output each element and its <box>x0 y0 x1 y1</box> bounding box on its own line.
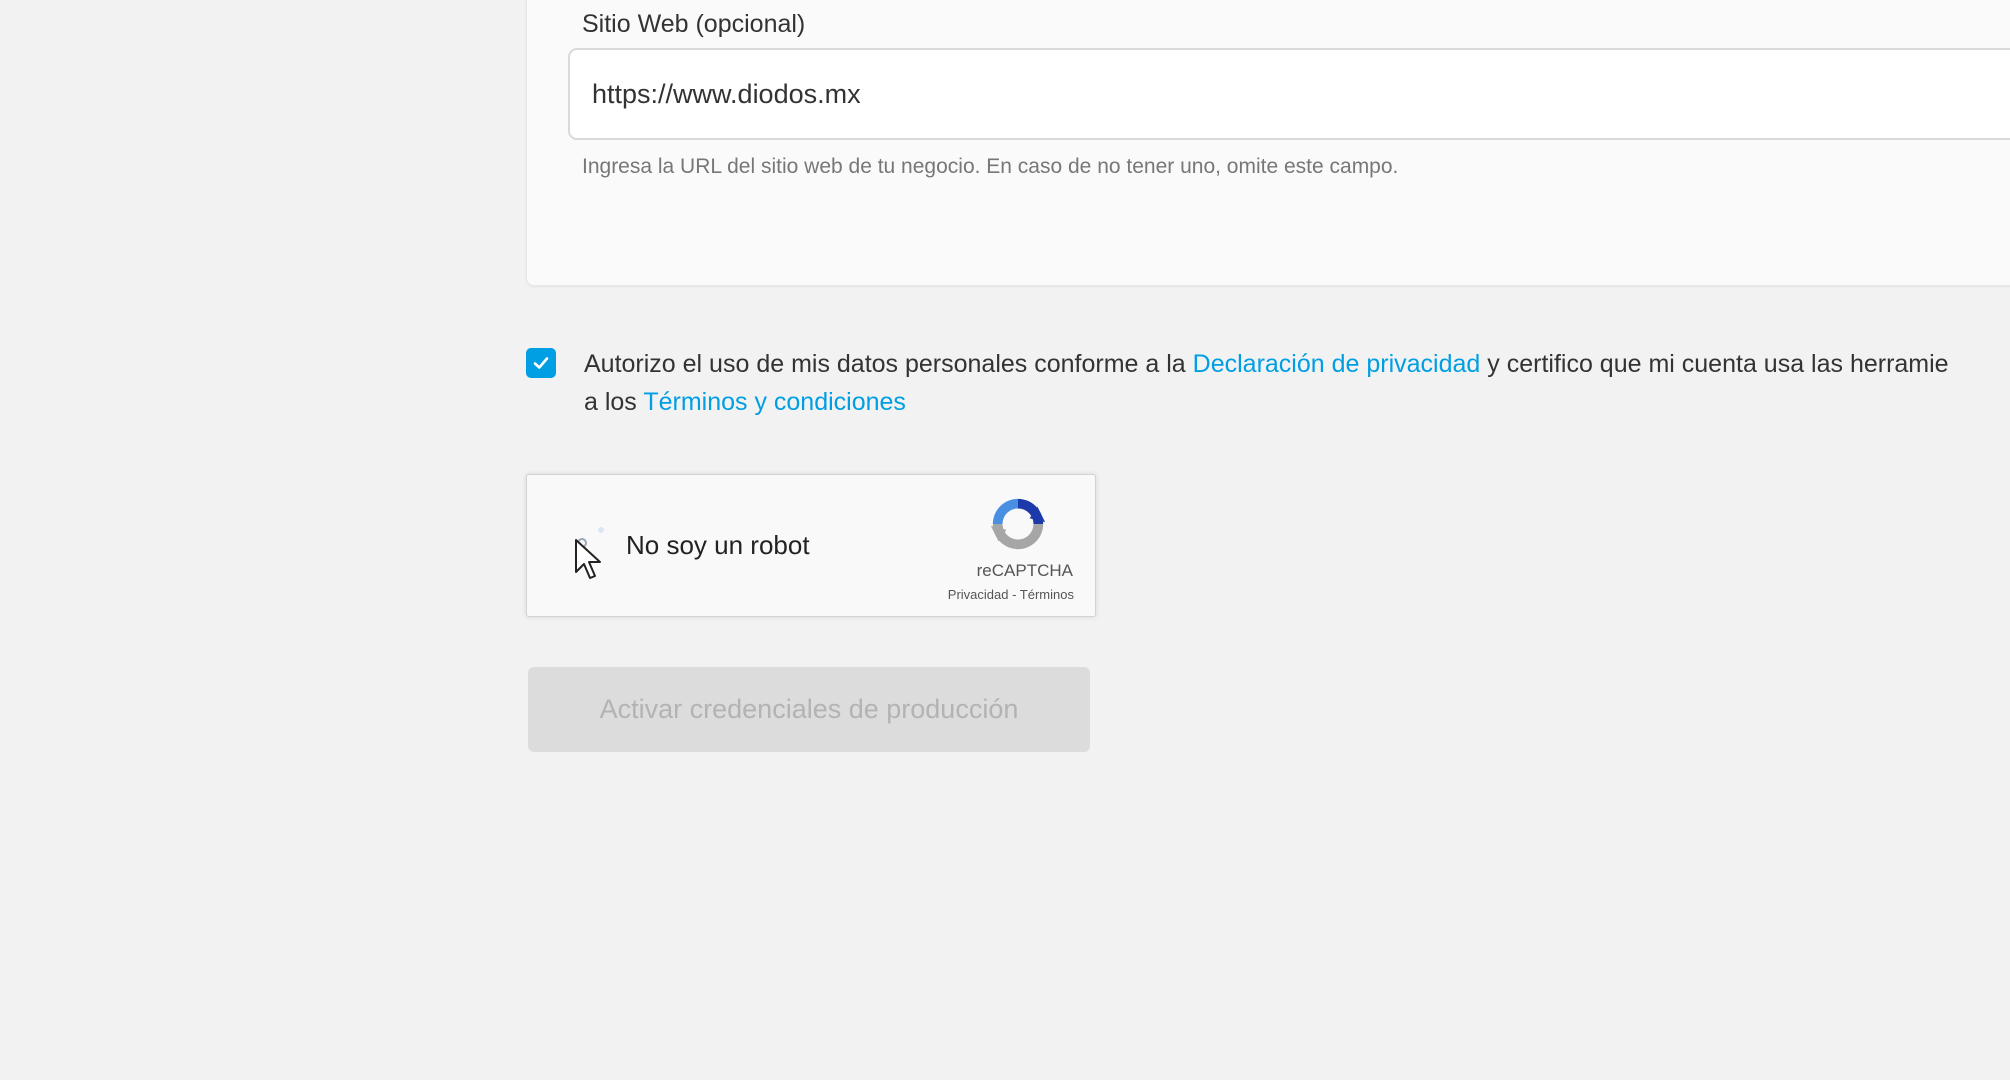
form-card <box>526 0 2010 286</box>
website-field-label: Sitio Web (opcional) <box>582 10 806 38</box>
checkmark-icon <box>533 357 549 369</box>
recaptcha-label: No soy un robot <box>626 530 810 560</box>
consent-checkbox[interactable] <box>526 348 556 378</box>
consent-line-1: Autorizo el uso de mis datos personales … <box>584 350 1949 378</box>
consent-line-2: a los Términos y condiciones <box>584 388 906 416</box>
privacy-link[interactable]: Declaración de privacidad <box>1193 350 1481 378</box>
terms-link[interactable]: Términos y condiciones <box>643 388 906 416</box>
activate-credentials-button[interactable]: Activar credenciales de producción <box>528 667 1090 752</box>
website-field-help: Ingresa la URL del sitio web de tu negoc… <box>582 155 1399 178</box>
consent-text: Autorizo el uso de mis datos personales … <box>584 345 1949 421</box>
recaptcha-brand: reCAPTCHA <box>976 561 1073 580</box>
recaptcha-spinner-icon[interactable] <box>567 525 605 563</box>
recaptcha-links[interactable]: Privacidad - Términos <box>948 587 1074 602</box>
recaptcha-logo-icon <box>990 498 1046 550</box>
recaptcha-widget: No soy un robot reCAPTCHA Privacidad - T… <box>526 474 1096 617</box>
website-input[interactable] <box>568 48 2010 140</box>
